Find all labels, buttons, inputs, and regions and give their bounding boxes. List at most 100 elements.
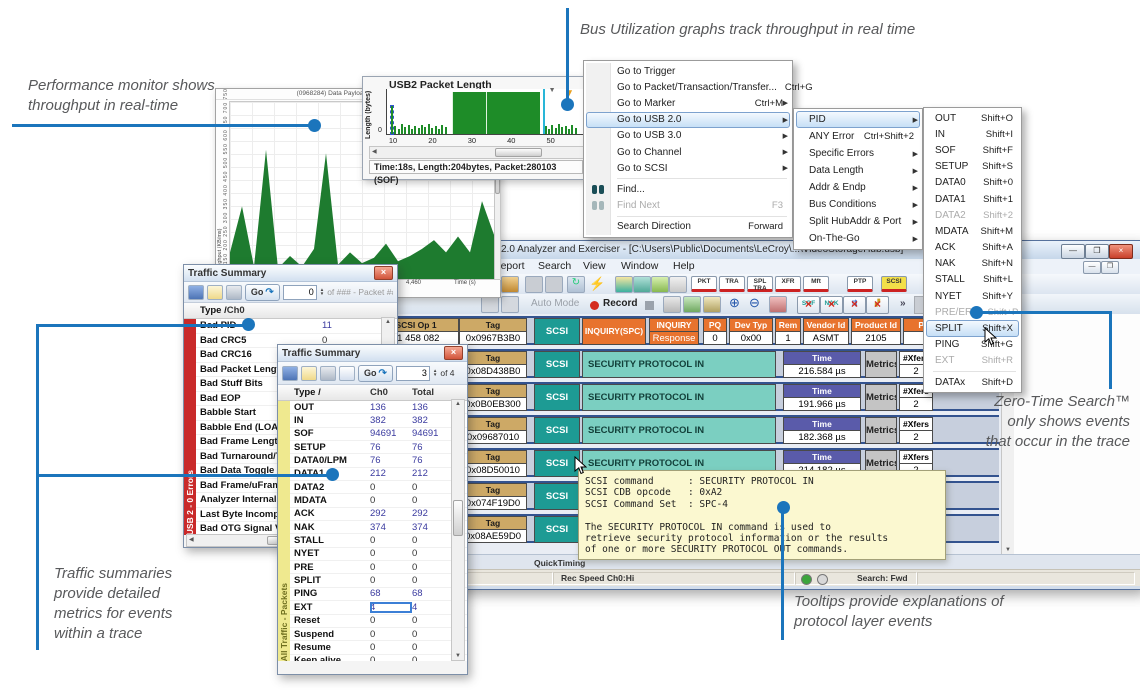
save-icon[interactable] — [282, 366, 298, 381]
wrap-icon[interactable] — [769, 296, 787, 313]
count-cell[interactable]: 0 — [412, 535, 454, 546]
count-cell[interactable]: 382 — [412, 415, 454, 426]
column-header-type[interactable]: Type / — [290, 387, 370, 398]
print-icon[interactable] — [320, 366, 336, 381]
type-cell[interactable]: STALL — [290, 535, 370, 546]
xfers-cell[interactable]: #Xfers2 — [899, 417, 933, 444]
count-cell[interactable]: 94691 — [370, 428, 412, 439]
menu-item-go-to-marker[interactable]: Go to MarkerCtrl+M▶ — [585, 95, 791, 111]
scroll-up-icon[interactable]: ▲ — [382, 319, 394, 325]
count-cell[interactable]: 68 — [370, 588, 412, 599]
count-cell[interactable]: 136 — [370, 402, 412, 413]
count-cell[interactable]: 0 — [370, 562, 412, 573]
tag-cell[interactable]: Tag0x0B0EB300 — [459, 384, 527, 411]
pid-item-sof[interactable]: SOFShift+F — [925, 142, 1020, 158]
count-cell[interactable]: 374 — [412, 522, 454, 533]
trigger-icon[interactable] — [663, 296, 681, 313]
field-rem[interactable]: Rem1 — [775, 318, 801, 345]
view-transactions-icon[interactable] — [633, 276, 651, 293]
pid-item-ext[interactable]: EXTShift+R — [925, 353, 1020, 369]
scrollbar-thumb[interactable] — [495, 148, 542, 157]
column-header-total[interactable]: Total — [412, 387, 454, 398]
menubar-item-view[interactable]: View — [583, 260, 606, 272]
type-cell[interactable]: OUT — [290, 402, 370, 413]
type-cell[interactable]: PRE — [290, 562, 370, 573]
count-cell[interactable]: 4 — [370, 602, 412, 613]
submenu-item-specific-errors[interactable]: Specific Errors▶ — [795, 145, 921, 162]
command-cell[interactable]: SECURITY PROTOCOL IN — [582, 384, 776, 411]
report-button-pkt[interactable]: PKT — [691, 276, 717, 292]
count-cell[interactable]: 76 — [412, 455, 454, 466]
table-row-reset[interactable]: Reset00 — [290, 615, 467, 628]
table-row-data2[interactable]: DATA200 — [290, 481, 467, 494]
table-row-stall[interactable]: STALL00 — [290, 534, 467, 547]
count-cell[interactable]: 0 — [370, 615, 412, 626]
chart-cursor-line[interactable] — [543, 89, 545, 134]
pid-item-in[interactable]: INShift+I — [925, 126, 1020, 142]
type-cell[interactable]: MDATA — [290, 495, 370, 506]
email-icon[interactable] — [301, 366, 317, 381]
submenu-item-data-length[interactable]: Data Length▶ — [795, 162, 921, 179]
type-cell[interactable]: SPLIT — [290, 575, 370, 586]
marker-icon[interactable]: ▼ — [549, 87, 556, 94]
menubar-item-help[interactable]: Help — [673, 260, 695, 272]
pid-item-nak[interactable]: NAKShift+N — [925, 256, 1020, 272]
pid-item-setup[interactable]: SETUPShift+S — [925, 159, 1020, 175]
table-row-sof[interactable]: SOF9469194691 — [290, 428, 467, 441]
count-cell[interactable]: 0 — [412, 642, 454, 653]
maximize-button[interactable]: ❐ — [1085, 244, 1109, 259]
pid-item-nyet[interactable]: NYETShift+Y — [925, 288, 1020, 304]
chart-icon[interactable] — [703, 296, 721, 313]
count-cell[interactable]: 382 — [370, 415, 412, 426]
type-cell[interactable]: Resume — [290, 642, 370, 653]
count-cell[interactable]: 374 — [370, 522, 412, 533]
menu-item-find-next[interactable]: Find NextF3 — [585, 198, 791, 214]
count-cell[interactable]: 0 — [412, 495, 454, 506]
table-row-nak[interactable]: NAK374374 — [290, 521, 467, 534]
filter-transactions-icon[interactable]: ⇶ — [843, 296, 866, 314]
count-cell[interactable]: 0 — [412, 629, 454, 640]
report-button-tra[interactable]: TRA — [719, 276, 745, 292]
pid-item-data0[interactable]: DATA0Shift+0 — [925, 175, 1020, 191]
column-header-ch0[interactable]: Ch0 — [370, 387, 412, 398]
count-cell[interactable]: 0 — [370, 575, 412, 586]
toolbar-overflow-chevron[interactable]: » — [900, 298, 906, 309]
submenu-item-any-error[interactable]: ANY ErrorCtrl+Shift+2 — [795, 128, 921, 145]
scroll-up-icon[interactable]: ▲ — [452, 401, 464, 407]
pid-item-ack[interactable]: ACKShift+A — [925, 240, 1020, 256]
column-header-type[interactable]: Type / — [196, 305, 227, 316]
zoom-out-icon[interactable]: ⊖ — [749, 295, 760, 311]
time-cell[interactable]: Time191.966 µs — [783, 384, 861, 411]
mdi-minimize-button[interactable]: — — [1083, 261, 1101, 274]
type-cell[interactable]: NYET — [290, 548, 370, 559]
report-button-mft[interactable]: Mft — [803, 276, 829, 292]
metrics-cell[interactable]: Metrics — [865, 351, 897, 378]
type-cell[interactable]: ACK — [290, 508, 370, 519]
pid-item-out[interactable]: OUTShift+O — [925, 110, 1020, 126]
stop-icon[interactable] — [645, 301, 654, 310]
menu-item-go-to-scsi[interactable]: Go to SCSI▶ — [585, 160, 791, 176]
scsi-cdb-cell[interactable]: SCSI CDB — [534, 384, 580, 411]
menu-item-go-to-trigger[interactable]: Go to Trigger — [585, 63, 791, 79]
table-row-nyet[interactable]: NYET00 — [290, 548, 467, 561]
count-cell[interactable]: 0 — [412, 562, 454, 573]
refresh-icon[interactable]: ↻ — [567, 276, 585, 293]
count-cell[interactable]: 4 — [412, 602, 454, 613]
count-cell[interactable]: 0 — [370, 548, 412, 559]
table-row-ext[interactable]: EXT44 — [290, 601, 467, 614]
view-packets-icon[interactable] — [615, 276, 633, 293]
field-inquiry[interactable]: INQUIRYResponse — [649, 318, 699, 345]
table-row-ping[interactable]: PING6868 — [290, 588, 467, 601]
time-cell[interactable]: Time182.368 µs — [783, 417, 861, 444]
tag-cell[interactable]: Tag0x09687010 — [459, 417, 527, 444]
scrollbar-thumb[interactable] — [453, 500, 463, 536]
report-button-scsi[interactable]: SCSI — [881, 276, 907, 292]
table-row-mdata[interactable]: MDATA00 — [290, 494, 467, 507]
pid-item-mdata[interactable]: MDATAShift+M — [925, 223, 1020, 239]
metrics-cell[interactable]: Metrics — [865, 384, 897, 411]
scsi-cdb-cell[interactable]: SCSI CDB — [534, 516, 580, 543]
mode-icon[interactable] — [481, 296, 499, 313]
count-cell[interactable]: 0 — [412, 548, 454, 559]
type-cell[interactable]: DATA0/LPM — [290, 455, 370, 466]
pid-item-data2[interactable]: DATA2Shift+2 — [925, 207, 1020, 223]
